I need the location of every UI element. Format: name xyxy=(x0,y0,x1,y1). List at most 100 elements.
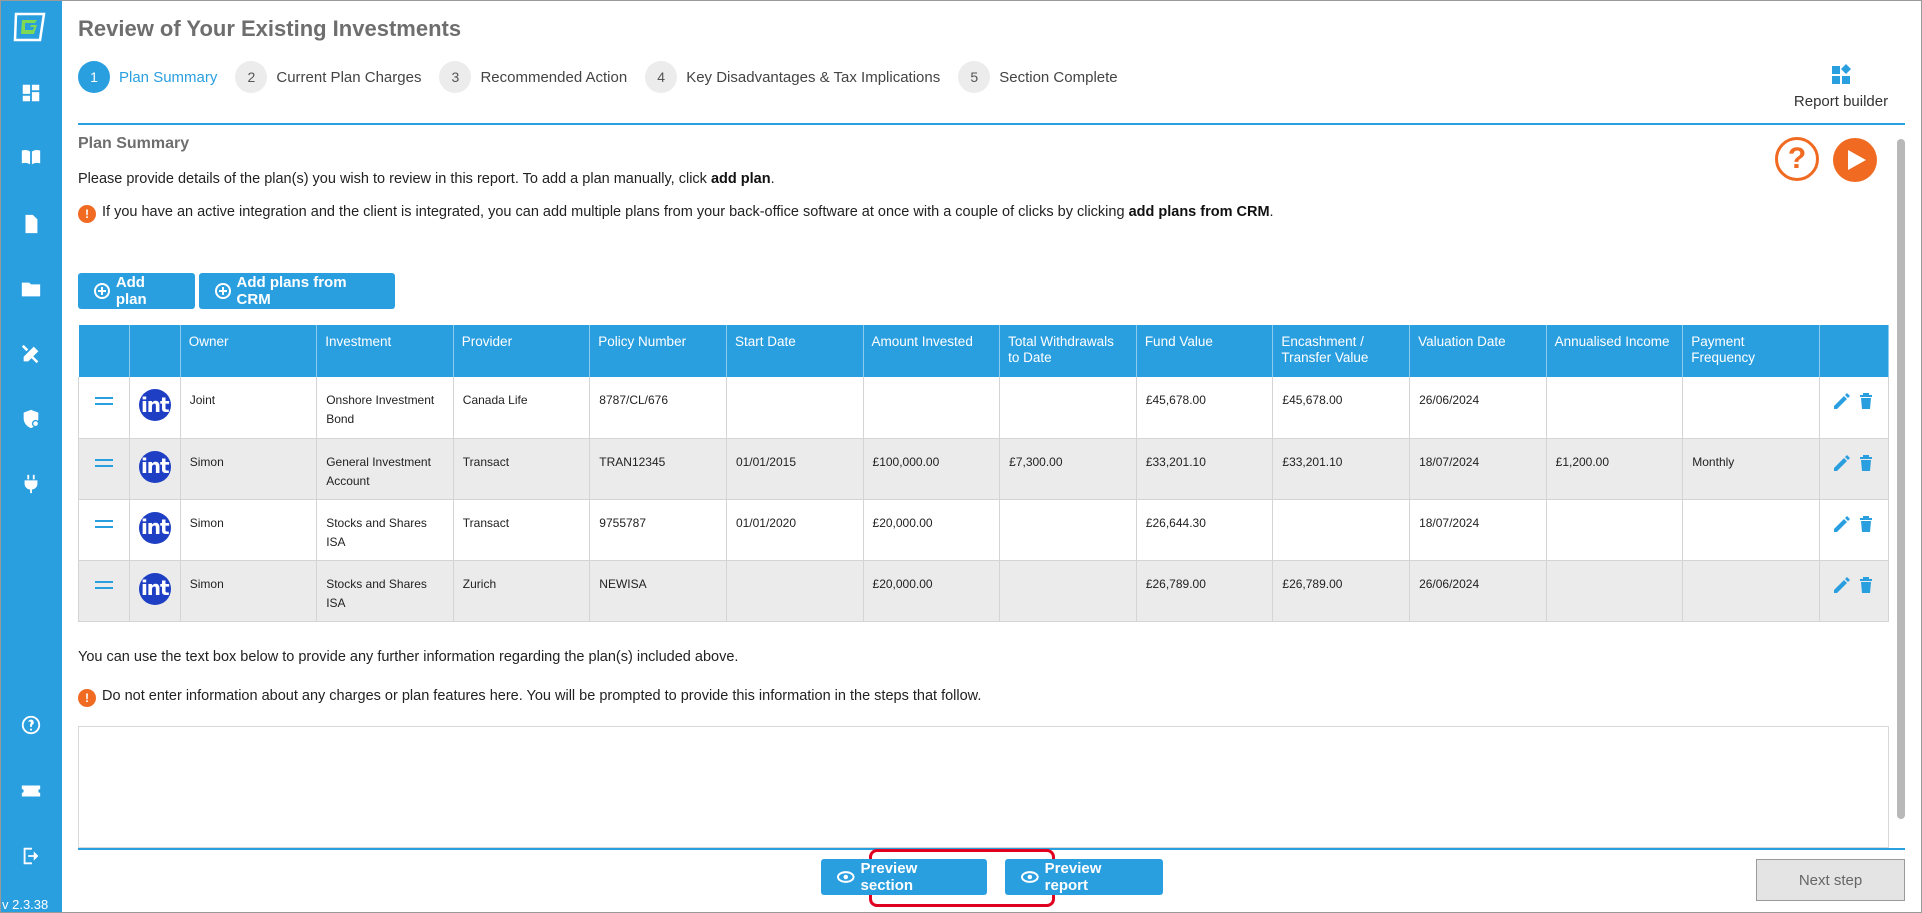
help-question-icon[interactable]: ? xyxy=(1775,137,1819,181)
info-icon: ! xyxy=(78,689,96,707)
stepper: 1 Plan Summary 2 Current Plan Charges 3 … xyxy=(78,60,1136,94)
add-plan-button[interactable]: Add plan xyxy=(78,273,195,309)
step-number: 1 xyxy=(78,61,110,93)
delete-icon[interactable] xyxy=(1856,391,1876,411)
document-icon[interactable] xyxy=(17,210,45,238)
step-key-disadvantages[interactable]: 4 Key Disadvantages & Tax Implications xyxy=(645,61,940,93)
edit-icon[interactable] xyxy=(1832,391,1852,411)
add-plans-from-crm-button[interactable]: Add plans from CRM xyxy=(199,273,395,309)
logo-cell: int xyxy=(129,560,181,622)
table-cell: Zurich xyxy=(453,560,591,622)
actions-cell xyxy=(1819,499,1890,561)
eye-icon xyxy=(837,871,855,883)
folder-icon[interactable] xyxy=(17,275,45,303)
charges-warning: ! Do not enter information about any char… xyxy=(78,688,981,707)
table-cell: Stocks and Shares ISA xyxy=(316,499,454,561)
preview-report-button[interactable]: Preview report xyxy=(1005,859,1163,895)
table-cell xyxy=(1546,499,1684,561)
table-cell: £1,200.00 xyxy=(1546,438,1684,500)
step-label: Current Plan Charges xyxy=(276,68,422,86)
table-cell: £7,300.00 xyxy=(999,438,1137,500)
table-cell: 9755787 xyxy=(589,499,727,561)
drag-handle-icon[interactable] xyxy=(94,519,113,528)
table-cell xyxy=(1682,560,1820,622)
column-header: Valuation Date xyxy=(1409,325,1547,377)
table-cell xyxy=(726,560,864,622)
step-plan-summary[interactable]: 1 Plan Summary xyxy=(78,61,217,93)
scrollbar[interactable] xyxy=(1897,139,1905,819)
column-header: Investment xyxy=(316,325,454,377)
step-number: 3 xyxy=(439,61,472,93)
table-cell: 18/07/2024 xyxy=(1409,438,1547,500)
table-cell xyxy=(1546,377,1684,439)
table-cell: 8787/CL/676 xyxy=(589,377,727,439)
step-recommended-action[interactable]: 3 Recommended Action xyxy=(439,61,627,93)
delete-icon[interactable] xyxy=(1856,453,1876,473)
column-header-actions xyxy=(1819,325,1890,377)
table-row: int Simon Stocks and Shares ISA Transact 975… xyxy=(78,499,1890,561)
table-cell: Onshore Investment Bond xyxy=(316,377,454,439)
delete-icon[interactable] xyxy=(1856,514,1876,534)
step-label: Recommended Action xyxy=(480,68,628,86)
column-header: Total Withdrawals to Date xyxy=(999,325,1137,377)
next-step-button[interactable]: Next step xyxy=(1756,859,1905,901)
delete-icon[interactable] xyxy=(1856,575,1876,595)
table-cell: £100,000.00 xyxy=(863,438,1001,500)
drag-handle-icon[interactable] xyxy=(94,458,113,467)
edit-icon[interactable] xyxy=(1832,453,1852,473)
step-label: Plan Summary xyxy=(119,68,218,86)
table-cell: Simon xyxy=(180,499,318,561)
main-panel: Review of Your Existing Investments 1 Pl… xyxy=(62,1,1921,912)
table-cell: TRAN12345 xyxy=(589,438,727,500)
step-current-plan-charges[interactable]: 2 Current Plan Charges xyxy=(235,61,421,93)
eye-icon xyxy=(1021,871,1039,883)
help-circle-icon[interactable] xyxy=(17,711,45,739)
shield-icon[interactable] xyxy=(17,405,45,433)
logout-icon[interactable] xyxy=(17,842,45,870)
column-header: Amount Invested xyxy=(863,325,1001,377)
step-number: 2 xyxy=(235,61,268,93)
report-builder-button[interactable]: Report builder xyxy=(1791,63,1891,111)
provider-logo: int xyxy=(138,572,171,605)
drag-cell xyxy=(78,560,130,622)
section-title: Plan Summary xyxy=(78,135,190,152)
further-info-textarea[interactable] xyxy=(78,726,1889,848)
table-cell xyxy=(999,377,1137,439)
provider-logo: int xyxy=(138,389,171,421)
edit-icon[interactable] xyxy=(1832,575,1852,595)
table-cell: £33,201.10 xyxy=(1272,438,1411,500)
table-cell: Transact xyxy=(453,499,591,561)
preview-section-button[interactable]: Preview section xyxy=(821,859,987,895)
table-cell xyxy=(726,377,864,439)
table-cell: Monthly xyxy=(1682,438,1820,500)
column-header: Annualised Income xyxy=(1546,325,1684,377)
table-row: int Simon Stocks and Shares ISA Zurich NEWIS… xyxy=(78,560,1890,622)
provider-logo: int xyxy=(138,511,171,544)
column-header-drag xyxy=(78,325,130,377)
scrollbar-thumb[interactable] xyxy=(1897,139,1905,819)
logo-cell: int xyxy=(129,499,181,561)
play-video-icon[interactable] xyxy=(1833,138,1877,182)
dashboard-icon[interactable] xyxy=(17,79,45,107)
drag-handle-icon[interactable] xyxy=(94,580,113,589)
tools-icon[interactable] xyxy=(17,340,45,368)
table-cell: Joint xyxy=(180,377,318,439)
ticket-icon[interactable] xyxy=(17,777,45,805)
step-section-complete[interactable]: 5 Section Complete xyxy=(958,61,1118,93)
book-icon[interactable] xyxy=(17,143,45,171)
table-row: int Joint Onshore Investment Bond Canada Li… xyxy=(78,377,1890,439)
edit-icon[interactable] xyxy=(1832,514,1852,534)
drag-handle-icon[interactable] xyxy=(94,397,113,405)
table-cell: Simon xyxy=(180,560,318,622)
table-cell: 26/06/2024 xyxy=(1409,377,1547,439)
provider-logo: int xyxy=(138,450,171,483)
table-cell xyxy=(863,377,1001,439)
app-logo[interactable] xyxy=(13,11,47,43)
logo-cell: int xyxy=(129,377,181,439)
plug-icon[interactable] xyxy=(17,470,45,498)
intro-text: Please provide details of the plan(s) yo… xyxy=(78,171,775,187)
column-header: Fund Value xyxy=(1136,325,1274,377)
column-header: Payment Frequency xyxy=(1682,325,1820,377)
column-header: Encashment / Transfer Value xyxy=(1272,325,1411,377)
table-cell: NEWISA xyxy=(589,560,727,622)
